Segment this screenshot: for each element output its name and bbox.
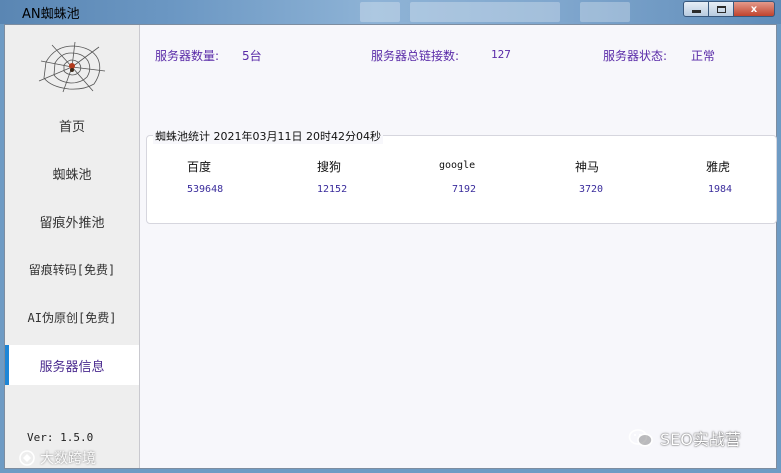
engine-value-google: 7192 [452,184,477,195]
sidebar-item-server-info[interactable]: 服务器信息 [5,345,139,385]
server-status-label: 服务器状态: [603,49,668,63]
server-status-value: 正常 [691,49,716,63]
sidebar-item-ai-rewrite[interactable]: AI伪原创[免费] [5,297,139,337]
watermark-wechat-text: SEO实战营 [660,430,741,449]
engine-name-baidu: 百度 [187,160,212,174]
total-links-value: 127 [491,48,511,61]
background-blur [360,2,400,22]
version-label: Ver: 1.5.0 [27,431,94,444]
wechat-icon [628,429,653,447]
sidebar: 首页 蜘蛛池 留痕外推池 留痕转码[免费] AI伪原创[免费] 服务器信息 Ve… [5,25,140,468]
window-client: 首页 蜘蛛池 留痕外推池 留痕转码[免费] AI伪原创[免费] 服务器信息 Ve… [4,24,777,469]
watermark-bottom: 大数跨境 [18,448,96,468]
engine-name-yahoo: 雅虎 [706,160,731,174]
sidebar-item-label: 留痕转码[免费] [28,262,116,277]
watermark-bottom-text: 大数跨境 [40,451,96,467]
engine-name-sogou: 搜狗 [317,160,342,174]
server-count-value: 5台 [242,49,262,63]
sidebar-item-label: 首页 [58,119,85,135]
spider-stats-title: 蜘蛛池统计 2021年03月11日 20时42分04秒 [153,128,383,144]
total-links-label: 服务器总链接数: [371,49,460,63]
close-button[interactable]: x [733,1,775,17]
minimize-button[interactable] [683,1,709,17]
sidebar-item-trace-transcode[interactable]: 留痕转码[免费] [5,249,139,289]
sidebar-item-trace-push-pool[interactable]: 留痕外推池 [5,201,139,241]
window-controls: x [683,1,775,17]
engine-name-shenma: 神马 [575,160,600,174]
watermark-wechat: SEO实战营 [628,426,741,450]
spider-web-logo-icon [38,41,106,93]
engine-value-sogou: 12152 [317,184,348,195]
brand-icon [19,450,35,466]
engine-value-shenma: 3720 [579,184,604,195]
maximize-icon [716,5,726,13]
sidebar-item-label: AI伪原创[免费] [27,310,117,325]
engine-name-google: google [439,160,476,171]
engine-value-yahoo: 1984 [708,184,733,195]
minimize-icon [691,10,701,13]
sidebar-item-label: 服务器信息 [39,359,105,375]
sidebar-item-spider-pool[interactable]: 蜘蛛池 [5,153,139,193]
background-blur [580,2,630,22]
sidebar-item-label: 留痕外推池 [39,215,105,231]
maximize-button[interactable] [708,1,734,17]
background-blur [410,2,560,22]
window-title: AN蜘蛛池 [22,7,80,22]
main-panel: 服务器数量: 5台 服务器总链接数: 127 服务器状态: 正常 蜘蛛池统计 2… [141,25,777,468]
engine-value-baidu: 539648 [187,184,224,195]
title-bar: AN蜘蛛池 x [0,0,781,24]
close-icon: x [750,3,758,15]
spider-stats-group: 蜘蛛池统计 2021年03月11日 20时42分04秒 百度 搜狗 google… [146,128,777,224]
sidebar-item-label: 蜘蛛池 [52,167,92,183]
server-count-label: 服务器数量: [155,49,220,63]
sidebar-item-home[interactable]: 首页 [5,105,139,145]
window-border-right [777,24,781,473]
